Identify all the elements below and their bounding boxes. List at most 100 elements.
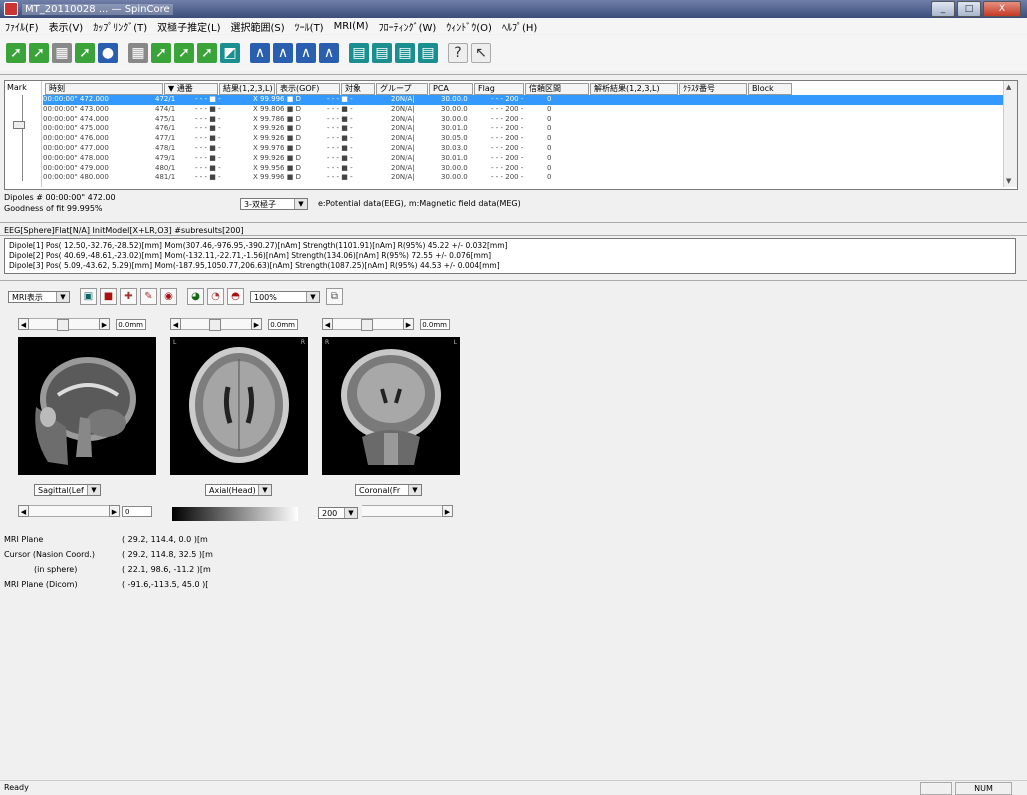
green-arrow-icon[interactable]: ➚ — [6, 43, 26, 63]
wave-icon[interactable]: ∧ — [250, 43, 270, 63]
head-icon[interactable]: ◕ — [187, 288, 204, 305]
minimize-button[interactable]: _ — [931, 1, 955, 17]
slider-track[interactable] — [333, 318, 403, 331]
layout-icon[interactable]: ▣ — [80, 288, 97, 305]
scroll-up-icon[interactable]: ▲ — [1006, 83, 1011, 91]
green-arrow-icon[interactable]: ➚ — [75, 43, 95, 63]
chevron-down-icon[interactable]: ▼ — [258, 485, 271, 495]
help-icon[interactable]: ? — [448, 43, 468, 63]
wave-icon[interactable]: ∧ — [319, 43, 339, 63]
maximize-button[interactable]: □ — [957, 1, 981, 17]
table-row[interactable]: 00:00:00" 479.000 480/1 - - - ■ - X 99.956 … — [43, 164, 1003, 174]
menu-dipole[interactable]: 双極子推定(L) — [152, 19, 225, 34]
model-select[interactable]: 3-双極子 ▼ — [240, 198, 308, 210]
chevron-down-icon[interactable]: ▼ — [344, 508, 357, 518]
cursor-icon[interactable]: ✚ — [120, 288, 137, 305]
blue-circle-icon[interactable]: ● — [98, 43, 118, 63]
chevron-down-icon[interactable]: ▼ — [306, 291, 319, 302]
slider-right-icon[interactable]: ▶ — [99, 318, 110, 330]
col-cluster[interactable]: ｸﾗｽﾀ番号 — [679, 83, 747, 95]
close-button[interactable]: X — [983, 1, 1021, 17]
sagittal-plane-select[interactable]: Sagittal(Lef ▼ — [34, 484, 101, 496]
table-row[interactable]: 00:00:00" 476.000 477/1 - - - ■ - X 99.926 … — [43, 134, 1003, 144]
green-arrow-icon[interactable]: ➚ — [151, 43, 171, 63]
menu-tools[interactable]: ﾂｰﾙ(T) — [290, 19, 329, 34]
col-target[interactable]: 対象 — [341, 83, 375, 95]
table-row[interactable]: 00:00:00" 475.000 476/1 - - - ■ - X 99.926 … — [43, 124, 1003, 134]
upper-threshold-slider[interactable]: ▶ — [362, 505, 453, 517]
green-arrow-icon[interactable]: ➚ — [174, 43, 194, 63]
slider-right-icon[interactable]: ▶ — [251, 318, 262, 330]
col-result[interactable]: 結果(1,2,3,L) — [219, 83, 275, 95]
col-number[interactable]: ▼ 通番 — [164, 83, 218, 95]
dipole-list[interactable]: Mark 時刻 ▼ 通番 結果(1,2,3,L) 表示(GOF) 対象 グループ… — [4, 80, 1018, 190]
table-row[interactable]: 00:00:00" 480.000 481/1 - - - ■ - X 99.996 … — [43, 173, 1003, 183]
slider-track[interactable] — [29, 505, 109, 517]
grid-icon[interactable]: ▦ — [52, 43, 72, 63]
slider-left-icon[interactable]: ◀ — [170, 318, 181, 330]
chevron-down-icon[interactable]: ▼ — [87, 485, 100, 495]
axial-plane-select[interactable]: Axial(Head) ▼ — [205, 484, 272, 496]
menu-selection[interactable]: 選択範囲(S) — [226, 19, 290, 34]
slider-right-icon[interactable]: ▶ — [403, 318, 414, 330]
zoom-select[interactable]: 100% ▼ — [250, 290, 320, 303]
sagittal-mri-view[interactable] — [18, 337, 156, 475]
slider-track[interactable] — [29, 318, 99, 331]
slider-left-icon[interactable]: ◀ — [322, 318, 333, 330]
brain-icon[interactable]: ◔ — [207, 288, 224, 305]
upper-value-select[interactable]: 200 ▼ — [318, 507, 358, 519]
mri-mode-select[interactable]: MRI表示 ▼ — [8, 290, 70, 303]
teal-icon[interactable]: ◩ — [220, 43, 240, 63]
wave-icon[interactable]: ∧ — [273, 43, 293, 63]
table-icon[interactable]: ▤ — [418, 43, 438, 63]
menu-mri[interactable]: MRI(M) — [329, 21, 374, 32]
copy-icon[interactable]: ⧉ — [326, 288, 343, 305]
menu-file[interactable]: ﾌｧｲﾙ(F) — [0, 19, 44, 34]
slider-thumb[interactable] — [57, 319, 69, 331]
lower-threshold-slider[interactable]: ◀ ▶ 0 — [18, 505, 152, 517]
pointer-icon[interactable]: ↖ — [471, 43, 491, 63]
grid-icon[interactable]: ▦ — [128, 43, 148, 63]
table-icon[interactable]: ▤ — [372, 43, 392, 63]
chevron-down-icon[interactable]: ▼ — [294, 199, 307, 209]
col-pca[interactable]: PCA — [429, 83, 473, 95]
sagittal-slice-slider[interactable]: ◀ ▶ 0.0mm — [18, 318, 146, 331]
slider-left-icon[interactable]: ◀ — [18, 505, 29, 517]
color-icon[interactable]: ■ — [100, 288, 117, 305]
chevron-down-icon[interactable]: ▼ — [408, 485, 421, 495]
axial-mri-view[interactable]: L R — [170, 337, 308, 475]
chevron-down-icon[interactable]: ▼ — [56, 291, 69, 302]
slider-thumb[interactable] — [209, 319, 221, 331]
col-gof[interactable]: 表示(GOF) — [276, 83, 340, 95]
table-row[interactable]: 00:00:00" 473.000 474/1 - - - ■ - X 99.806 … — [43, 105, 1003, 115]
pen-icon[interactable]: ✎ — [140, 288, 157, 305]
table-row[interactable]: 00:00:00" 477.000 478/1 - - - ■ - X 99.976 … — [43, 144, 1003, 154]
green-arrow-icon[interactable]: ➚ — [29, 43, 49, 63]
green-arrow-icon[interactable]: ➚ — [197, 43, 217, 63]
mark-slider-thumb[interactable] — [13, 121, 25, 129]
table-row[interactable]: 00:00:00" 472.000 472/1 - - - ■ - X 99.996 … — [43, 95, 1003, 105]
coronal-plane-select[interactable]: Coronal(Fr ▼ — [355, 484, 422, 496]
slider-track[interactable] — [362, 505, 442, 517]
list-scrollbar[interactable]: ▲ ▼ — [1003, 81, 1017, 187]
menu-coupling[interactable]: ｶｯﾌﾟﾘﾝｸﾞ(T) — [88, 19, 152, 34]
slider-left-icon[interactable]: ◀ — [18, 318, 29, 330]
menu-help[interactable]: ﾍﾙﾌﾟ(H) — [497, 19, 542, 34]
wave-icon[interactable]: ∧ — [296, 43, 316, 63]
col-block[interactable]: Block — [748, 83, 792, 95]
slider-right-icon[interactable]: ▶ — [442, 505, 453, 517]
coronal-mri-view[interactable]: R L — [322, 337, 460, 475]
col-confidence[interactable]: 信頼区間 — [525, 83, 589, 95]
table-icon[interactable]: ▤ — [395, 43, 415, 63]
col-analysis[interactable]: 解析結果(1,2,3,L) — [590, 83, 678, 95]
menu-window[interactable]: ｳｨﾝﾄﾞｳ(O) — [441, 19, 497, 34]
coronal-slice-slider[interactable]: ◀ ▶ 0.0mm — [322, 318, 450, 331]
slider-right-icon[interactable]: ▶ — [109, 505, 120, 517]
menu-view[interactable]: 表示(V) — [44, 19, 89, 34]
record-icon[interactable]: ◉ — [160, 288, 177, 305]
col-group[interactable]: グループ — [376, 83, 428, 95]
menu-floating[interactable]: ﾌﾛｰﾃｨﾝｸﾞ(W) — [374, 19, 442, 34]
axial-slice-slider[interactable]: ◀ ▶ 0.0mm — [170, 318, 298, 331]
col-flag[interactable]: Flag — [474, 83, 524, 95]
head-surface-icon[interactable]: ◓ — [227, 288, 244, 305]
